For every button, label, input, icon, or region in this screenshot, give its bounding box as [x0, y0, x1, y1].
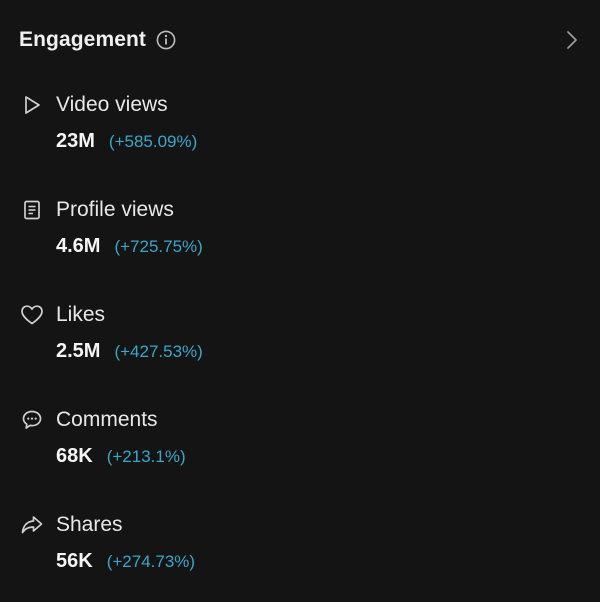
metric-profile-views: Profile views 4.6M (+725.75%) — [19, 197, 439, 287]
engagement-header[interactable]: Engagement — [19, 24, 580, 56]
metric-likes: Likes 2.5M (+427.53%) — [19, 302, 439, 392]
metric-label: Shares — [56, 513, 123, 536]
play-icon — [19, 92, 45, 118]
metric-value: 56K — [56, 550, 93, 572]
section-title: Engagement — [19, 28, 147, 51]
heart-icon — [19, 302, 45, 328]
comment-icon — [19, 407, 45, 433]
metric-value: 4.6M — [56, 235, 101, 257]
metric-shares: Shares 56K (+274.73%) — [19, 512, 439, 602]
metric-change: (+427.53%) — [114, 342, 203, 361]
metric-value: 23M — [56, 130, 95, 152]
metric-video-views: Video views 23M (+585.09%) — [19, 92, 439, 182]
share-icon — [19, 512, 45, 538]
profile-document-icon — [19, 197, 45, 223]
metric-value: 2.5M — [56, 340, 101, 362]
metric-change: (+274.73%) — [106, 552, 196, 571]
chevron-right-icon[interactable] — [564, 28, 580, 52]
metric-change: (+585.09%) — [108, 132, 198, 151]
metric-label: Profile views — [56, 198, 174, 221]
metric-change: (+213.1%) — [106, 447, 186, 466]
metric-change: (+725.75%) — [114, 237, 203, 256]
metric-value: 68K — [56, 445, 93, 467]
metric-label: Video views — [56, 93, 168, 116]
metric-comments: Comments 68K (+213.1%) — [19, 407, 439, 497]
metric-label: Comments — [56, 408, 158, 431]
metric-label: Likes — [56, 303, 106, 326]
info-icon[interactable] — [155, 29, 177, 51]
